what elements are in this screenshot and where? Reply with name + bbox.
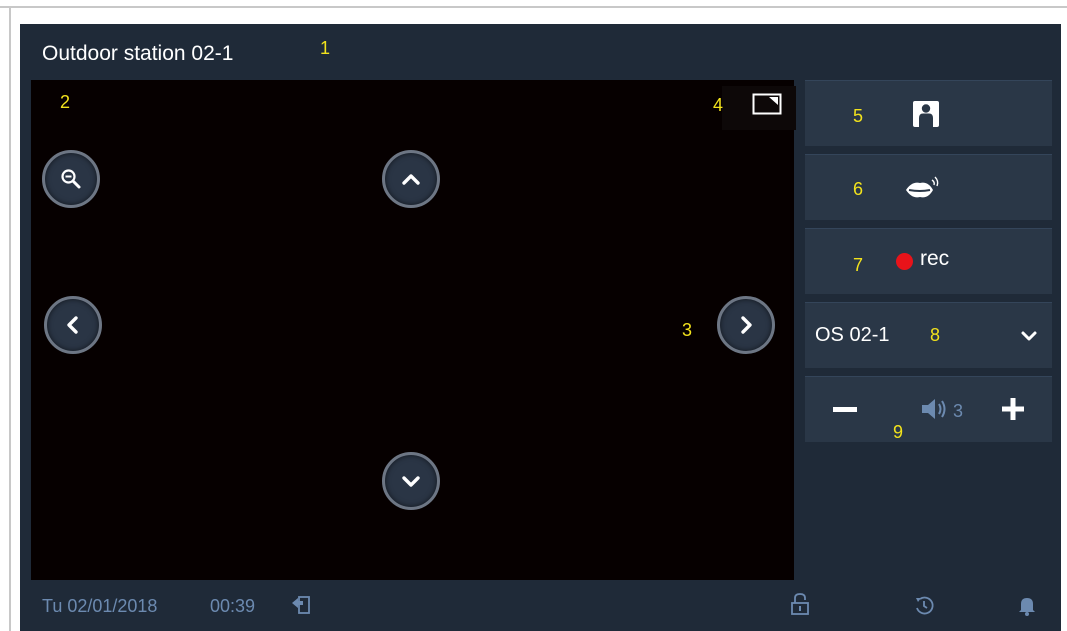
pan-right-button[interactable] bbox=[717, 296, 775, 354]
bell-icon[interactable] bbox=[1017, 594, 1037, 616]
record-label: rec bbox=[920, 247, 950, 270]
callout-8: 8 bbox=[930, 325, 941, 345]
picture-in-picture-icon[interactable] bbox=[752, 93, 782, 115]
talk-button[interactable]: 6 bbox=[805, 154, 1052, 220]
video-feed[interactable]: 2 4 3 bbox=[31, 80, 796, 580]
chevron-left-icon bbox=[67, 316, 78, 334]
chevron-right-icon bbox=[741, 316, 752, 334]
chevron-down-icon bbox=[1021, 331, 1037, 341]
volume-control: 9 3 bbox=[805, 376, 1052, 442]
record-dot-icon bbox=[896, 253, 913, 270]
frame-left-border bbox=[9, 6, 11, 631]
callout-1: 1 bbox=[320, 38, 331, 58]
plus-icon[interactable] bbox=[1001, 397, 1025, 421]
page-title: Outdoor station 02-1 bbox=[42, 42, 234, 65]
frame-top-border bbox=[0, 6, 1067, 8]
chevron-up-icon bbox=[402, 174, 420, 185]
person-photo-icon bbox=[913, 101, 939, 127]
speaker-icon bbox=[922, 399, 946, 419]
record-button[interactable]: 7 rec bbox=[805, 228, 1052, 294]
indoor-monitor-screen: Outdoor station 02-1 1 2 4 3 5 6 7 rec O… bbox=[20, 24, 1061, 631]
status-bar: Tu 02/01/2018 00:39 bbox=[20, 582, 1061, 631]
callout-7: 7 bbox=[853, 255, 864, 275]
exit-icon[interactable] bbox=[290, 594, 312, 616]
station-selected-value: OS 02-1 bbox=[815, 324, 890, 346]
status-date: Tu 02/01/2018 bbox=[42, 596, 158, 616]
status-time: 00:39 bbox=[210, 596, 256, 616]
talk-lips-icon bbox=[906, 176, 939, 198]
snapshot-button[interactable]: 5 bbox=[805, 80, 1052, 146]
pan-left-button[interactable] bbox=[44, 296, 102, 354]
callout-5: 5 bbox=[853, 106, 864, 126]
zoom-out-button[interactable] bbox=[42, 150, 100, 208]
history-icon[interactable] bbox=[913, 594, 935, 616]
zoom-out-icon bbox=[61, 169, 81, 189]
station-select[interactable]: OS 02-1 8 bbox=[805, 302, 1052, 368]
chevron-down-icon bbox=[402, 476, 420, 487]
volume-level: 3 bbox=[953, 401, 964, 421]
pan-up-button[interactable] bbox=[382, 150, 440, 208]
callout-4: 4 bbox=[713, 95, 724, 115]
minus-icon[interactable] bbox=[832, 401, 858, 417]
callout-6: 6 bbox=[853, 179, 864, 199]
callout-2: 2 bbox=[60, 92, 71, 112]
callout-9: 9 bbox=[893, 422, 904, 442]
pan-down-button[interactable] bbox=[382, 452, 440, 510]
callout-3: 3 bbox=[682, 320, 693, 340]
unlock-icon[interactable] bbox=[790, 592, 810, 616]
